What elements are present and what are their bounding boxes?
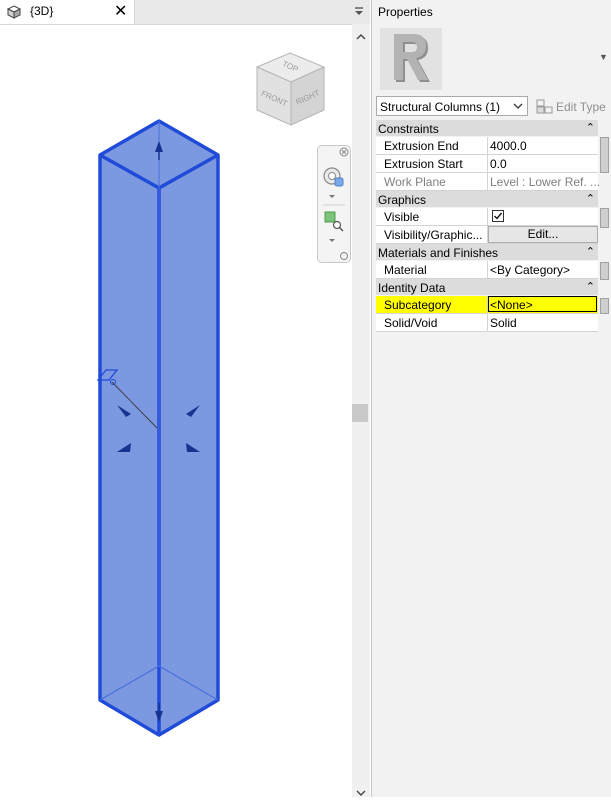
steering-wheel-icon[interactable] <box>323 167 344 198</box>
properties-grid: Constraints ⌃ Extrusion End 4000.0 Extru… <box>376 120 601 332</box>
grid-scroll-thumb[interactable] <box>600 262 609 280</box>
navigation-bar[interactable] <box>317 145 351 263</box>
edit-button-label: Edit... <box>527 227 559 241</box>
3d-viewport[interactable]: TOP FRONT RIGHT <box>0 0 352 797</box>
properties-title: Properties <box>378 5 433 19</box>
grid-scroll-thumb[interactable] <box>600 208 609 228</box>
property-name: Material <box>384 263 427 277</box>
category-label: Materials and Finishes <box>378 246 499 260</box>
property-name: Visible <box>384 210 420 224</box>
zoom-icon[interactable] <box>324 211 344 242</box>
nav-bar-close-icon[interactable] <box>339 147 349 157</box>
edit-type-icon <box>536 99 553 114</box>
tab-title: {3D} <box>30 4 54 18</box>
tab-3d-view[interactable]: {3D} ✕ <box>0 0 135 24</box>
grid-scroll-thumb[interactable] <box>600 298 609 314</box>
category-label: Graphics <box>378 193 427 207</box>
type-selector-dropdown[interactable]: Structural Columns (1) <box>376 96 528 116</box>
close-icon[interactable]: ✕ <box>114 1 127 21</box>
chevron-down-icon <box>513 103 523 109</box>
category-graphics[interactable]: Graphics ⌃ <box>376 191 598 208</box>
property-name: Subcategory <box>384 298 452 312</box>
scroll-thumb[interactable] <box>352 404 368 422</box>
property-row[interactable]: Material <By Category> <box>376 261 598 279</box>
property-name: Extrusion Start <box>384 157 463 171</box>
3d-view-icon <box>6 5 22 19</box>
collapse-icon[interactable]: ⌃ <box>586 280 595 293</box>
category-label: Identity Data <box>378 281 446 295</box>
type-selector-arrow-icon[interactable]: ▼ <box>599 52 608 62</box>
category-label: Constraints <box>378 122 439 136</box>
tab-menu-icon[interactable] <box>354 6 364 16</box>
3d-view-panel[interactable]: TOP FRONT RIGHT {3D} ✕ <box>0 0 370 797</box>
edit-visibility-button[interactable]: Edit... <box>488 226 598 243</box>
collapse-icon[interactable]: ⌃ <box>586 192 595 205</box>
property-row: Work Plane Level : Lower Ref. ... <box>376 173 601 191</box>
property-value-input[interactable]: 0.0 <box>490 157 507 171</box>
property-value-input[interactable]: 4000.0 <box>490 139 527 153</box>
property-row[interactable]: Visible <box>376 208 598 226</box>
view-tab-bar: {3D} ✕ <box>0 0 370 25</box>
visible-checkbox[interactable] <box>492 210 504 222</box>
property-row[interactable]: Extrusion Start 0.0 <box>376 155 598 173</box>
revit-r-icon <box>394 34 430 82</box>
properties-palette: Properties ▼ Structural Columns (1) Edit… <box>371 0 611 797</box>
property-value: Level : Lower Ref. ... <box>490 175 601 189</box>
property-row[interactable]: Solid/Void Solid <box>376 314 598 332</box>
property-value-input[interactable]: <None> <box>490 298 533 312</box>
property-name: Solid/Void <box>384 316 438 330</box>
collapse-icon[interactable]: ⌃ <box>586 121 595 134</box>
property-row-selected[interactable]: Subcategory <None> <box>376 296 598 314</box>
viewcube[interactable]: TOP FRONT RIGHT <box>255 52 326 126</box>
category-materials-and-finishes[interactable]: Materials and Finishes ⌃ <box>376 244 598 261</box>
type-preview <box>380 28 442 90</box>
category-identity-data[interactable]: Identity Data ⌃ <box>376 279 598 296</box>
collapse-icon[interactable]: ⌃ <box>586 245 595 258</box>
edit-type-label: Edit Type <box>556 100 606 114</box>
nav-bar-options-icon[interactable] <box>340 252 348 260</box>
grid-scroll-thumb[interactable] <box>600 137 609 173</box>
type-selector-value: Structural Columns (1) <box>380 100 501 114</box>
scroll-up-icon[interactable] <box>352 30 370 44</box>
check-icon <box>494 212 503 220</box>
property-value: Solid <box>490 316 517 330</box>
property-name: Work Plane <box>384 175 446 189</box>
property-name: Extrusion End <box>384 139 459 153</box>
category-constraints[interactable]: Constraints ⌃ <box>376 120 598 137</box>
structural-column[interactable] <box>96 119 220 737</box>
property-value-input[interactable]: <By Category> <box>490 263 570 277</box>
property-row[interactable]: Extrusion End 4000.0 <box>376 137 598 155</box>
edit-type-button[interactable]: Edit Type <box>534 98 608 116</box>
scroll-down-icon[interactable] <box>352 786 370 800</box>
property-row[interactable]: Visibility/Graphic... Edit... <box>376 226 598 244</box>
property-name: Visibility/Graphic... <box>384 228 483 242</box>
